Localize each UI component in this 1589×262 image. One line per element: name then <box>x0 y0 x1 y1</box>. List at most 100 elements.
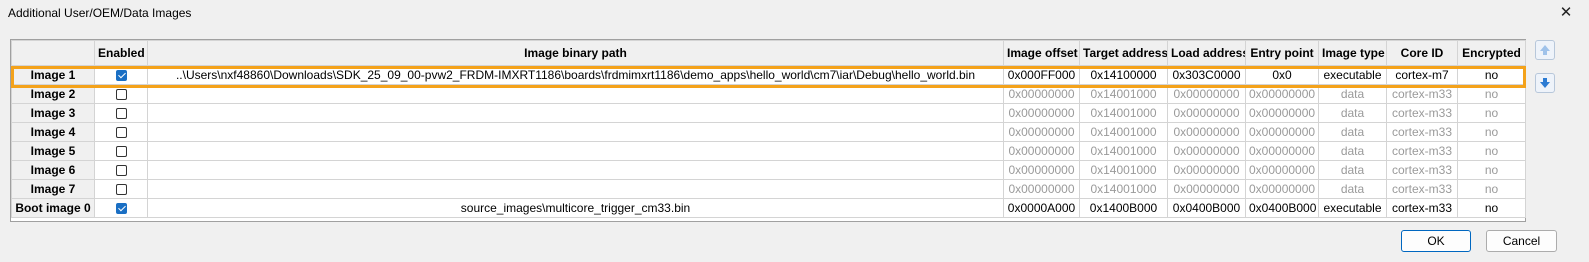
type-cell[interactable]: data <box>1318 84 1387 104</box>
type-cell[interactable]: data <box>1318 160 1387 180</box>
move-up-button[interactable] <box>1535 40 1555 60</box>
enabled-checkbox[interactable] <box>115 70 127 82</box>
cancel-button[interactable]: Cancel <box>1486 230 1557 252</box>
column-header-type[interactable]: Image type <box>1318 40 1387 66</box>
column-header-core[interactable]: Core ID <box>1386 40 1458 66</box>
load-cell[interactable]: 0x00000000 <box>1167 122 1246 142</box>
path-cell[interactable] <box>147 141 1004 161</box>
entry-cell[interactable]: 0x00000000 <box>1245 160 1319 180</box>
offset-cell[interactable]: 0x000FF000 <box>1003 65 1080 85</box>
column-header-load[interactable]: Load address <box>1167 40 1246 66</box>
enabled-cell[interactable] <box>94 84 148 104</box>
encrypted-cell[interactable]: no <box>1457 84 1526 104</box>
core-cell[interactable]: cortex-m33 <box>1386 84 1458 104</box>
path-cell[interactable] <box>147 179 1004 199</box>
core-cell[interactable]: cortex-m33 <box>1386 141 1458 161</box>
move-down-button[interactable] <box>1535 73 1555 93</box>
entry-cell[interactable]: 0x00000000 <box>1245 122 1319 142</box>
enabled-cell[interactable] <box>94 198 148 218</box>
path-cell[interactable] <box>147 160 1004 180</box>
column-header-offset[interactable]: Image offset <box>1003 40 1080 66</box>
enabled-cell[interactable] <box>94 65 148 85</box>
target-cell[interactable]: 0x14001000 <box>1079 122 1168 142</box>
column-header-entry[interactable]: Entry point <box>1245 40 1319 66</box>
offset-cell[interactable]: 0x0000A000 <box>1003 198 1080 218</box>
encrypted-cell[interactable]: no <box>1457 179 1526 199</box>
enabled-cell[interactable] <box>94 141 148 161</box>
target-cell[interactable]: 0x14100000 <box>1079 65 1168 85</box>
target-cell[interactable]: 0x14001000 <box>1079 160 1168 180</box>
offset-cell[interactable]: 0x00000000 <box>1003 141 1080 161</box>
entry-cell[interactable]: 0x0 <box>1245 65 1319 85</box>
enabled-checkbox[interactable] <box>115 127 127 139</box>
load-cell[interactable]: 0x00000000 <box>1167 103 1246 123</box>
type-cell[interactable]: data <box>1318 141 1387 161</box>
enabled-checkbox[interactable] <box>115 184 127 196</box>
entry-cell[interactable]: 0x0400B000 <box>1245 198 1319 218</box>
enabled-checkbox[interactable] <box>115 108 127 120</box>
path-cell[interactable]: ..\Users\nxf48860\Downloads\SDK_25_09_00… <box>147 65 1004 85</box>
enabled-checkbox[interactable] <box>115 89 127 101</box>
encrypted-cell[interactable]: no <box>1457 65 1526 85</box>
path-cell[interactable] <box>147 84 1004 104</box>
type-cell[interactable]: data <box>1318 122 1387 142</box>
type-cell[interactable]: executable <box>1318 65 1387 85</box>
ok-button[interactable]: OK <box>1401 230 1471 252</box>
encrypted-cell[interactable]: no <box>1457 103 1526 123</box>
target-cell[interactable]: 0x14001000 <box>1079 84 1168 104</box>
load-cell[interactable]: 0x00000000 <box>1167 141 1246 161</box>
table-row[interactable]: Image 4 0x00000000 0x14001000 0x00000000 0x0… <box>11 122 1526 142</box>
path-cell[interactable] <box>147 103 1004 123</box>
core-cell[interactable]: cortex-m7 <box>1386 65 1458 85</box>
load-cell[interactable]: 0x303C0000 <box>1167 65 1246 85</box>
load-cell[interactable]: 0x00000000 <box>1167 160 1246 180</box>
table-row[interactable]: Image 1 ..\Users\nxf48860\Downloads\SDK_2… <box>11 65 1526 85</box>
load-cell[interactable]: 0x00000000 <box>1167 84 1246 104</box>
core-cell[interactable]: cortex-m33 <box>1386 179 1458 199</box>
offset-cell[interactable]: 0x00000000 <box>1003 84 1080 104</box>
encrypted-cell[interactable]: no <box>1457 160 1526 180</box>
load-cell[interactable]: 0x00000000 <box>1167 179 1246 199</box>
path-cell[interactable] <box>147 122 1004 142</box>
core-cell[interactable]: cortex-m33 <box>1386 103 1458 123</box>
table-row[interactable]: Image 3 0x00000000 0x14001000 0x00000000 0x0… <box>11 103 1526 123</box>
close-icon[interactable]: ✕ <box>1553 2 1579 24</box>
type-cell[interactable]: data <box>1318 179 1387 199</box>
core-cell[interactable]: cortex-m33 <box>1386 160 1458 180</box>
column-header-enabled[interactable]: Enabled <box>94 40 148 66</box>
type-cell[interactable]: data <box>1318 103 1387 123</box>
entry-cell[interactable]: 0x00000000 <box>1245 179 1319 199</box>
enabled-checkbox[interactable] <box>115 165 127 177</box>
column-header-target[interactable]: Target address <box>1079 40 1168 66</box>
enabled-cell[interactable] <box>94 103 148 123</box>
enabled-checkbox[interactable] <box>115 203 127 215</box>
offset-cell[interactable]: 0x00000000 <box>1003 103 1080 123</box>
encrypted-cell[interactable]: no <box>1457 141 1526 161</box>
core-cell[interactable]: cortex-m33 <box>1386 122 1458 142</box>
offset-cell[interactable]: 0x00000000 <box>1003 179 1080 199</box>
enabled-checkbox[interactable] <box>115 146 127 158</box>
encrypted-cell[interactable]: no <box>1457 122 1526 142</box>
entry-cell[interactable]: 0x00000000 <box>1245 141 1319 161</box>
table-row[interactable]: Image 7 0x00000000 0x14001000 0x00000000 0x0… <box>11 179 1526 199</box>
path-cell[interactable]: source_images\multicore_trigger_cm33.bin <box>147 198 1004 218</box>
column-header-path[interactable]: Image binary path <box>147 40 1004 66</box>
enabled-cell[interactable] <box>94 160 148 180</box>
core-cell[interactable]: cortex-m33 <box>1386 198 1458 218</box>
target-cell[interactable]: 0x1400B000 <box>1079 198 1168 218</box>
enabled-cell[interactable] <box>94 179 148 199</box>
offset-cell[interactable]: 0x00000000 <box>1003 122 1080 142</box>
type-cell[interactable]: executable <box>1318 198 1387 218</box>
entry-cell[interactable]: 0x00000000 <box>1245 84 1319 104</box>
encrypted-cell[interactable]: no <box>1457 198 1526 218</box>
offset-cell[interactable]: 0x00000000 <box>1003 160 1080 180</box>
table-row[interactable]: Image 2 0x00000000 0x14001000 0x00000000 0x0… <box>11 84 1526 104</box>
target-cell[interactable]: 0x14001000 <box>1079 103 1168 123</box>
table-row[interactable]: Boot image 0 source_images\multicore_trig… <box>11 198 1526 218</box>
enabled-cell[interactable] <box>94 122 148 142</box>
column-header-encrypted[interactable]: Encrypted <box>1457 40 1526 66</box>
table-row[interactable]: Image 6 0x00000000 0x14001000 0x00000000 0x0… <box>11 160 1526 180</box>
table-row[interactable]: Image 5 0x00000000 0x14001000 0x00000000 0x0… <box>11 141 1526 161</box>
entry-cell[interactable]: 0x00000000 <box>1245 103 1319 123</box>
load-cell[interactable]: 0x0400B000 <box>1167 198 1246 218</box>
